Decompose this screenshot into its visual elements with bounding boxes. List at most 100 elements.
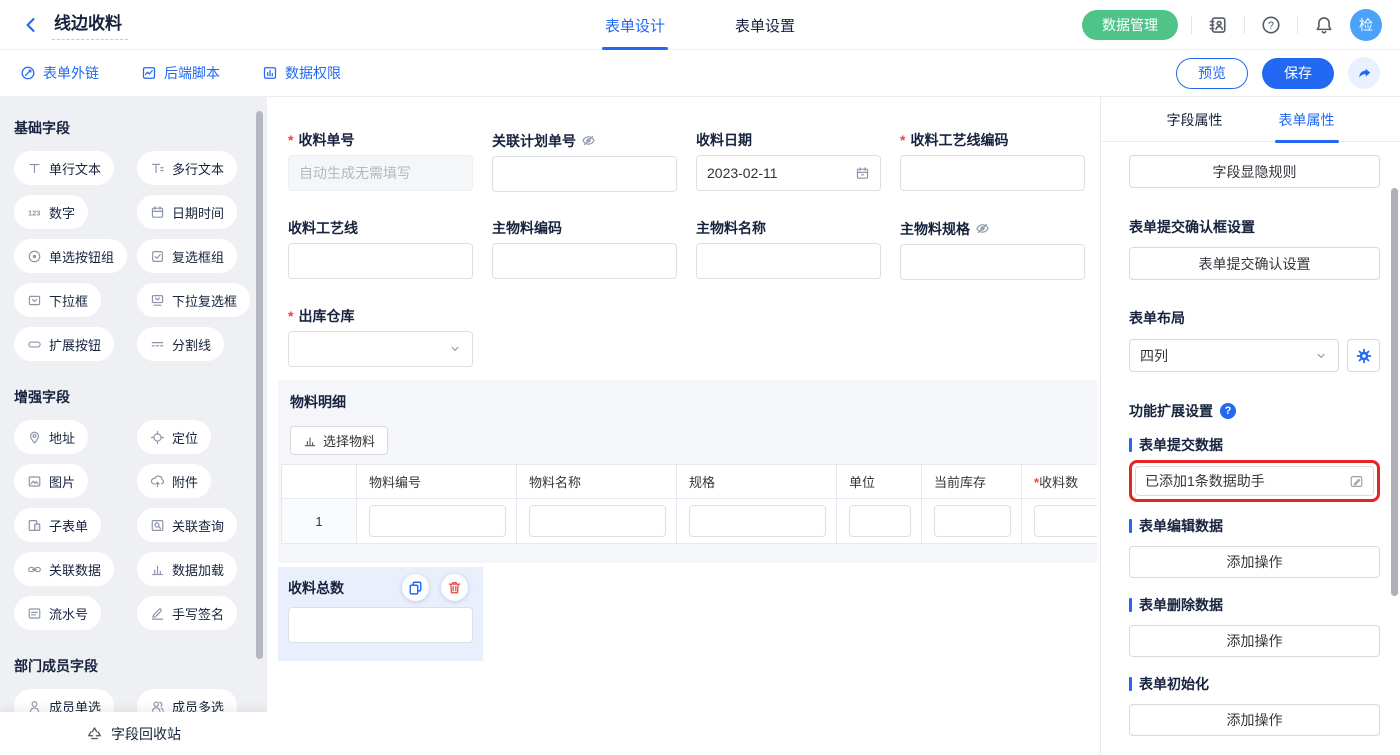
divider [1191,16,1192,34]
field-process-line[interactable]: 收料工艺线 [288,221,473,280]
field-pill-serial-number[interactable]: 流水号 [14,596,101,630]
field-receipt-no[interactable]: *收料单号 自动生成无需填写 [288,133,473,192]
current-stock-input[interactable] [934,505,1011,537]
field-pill-multi-text[interactable]: 多行文本 [137,151,237,185]
receipt-no-input[interactable]: 自动生成无需填写 [288,155,473,191]
unit-input[interactable] [849,505,911,537]
share-button[interactable] [1348,57,1380,89]
data-manage-button[interactable]: 数据管理 [1082,10,1178,40]
field-recycle-bin[interactable]: 字段回收站 [0,712,267,755]
field-pill-address[interactable]: 地址 [14,420,88,454]
receipt-date-input[interactable]: 2023-02-11 [696,155,881,191]
field-pill-data-load[interactable]: 数据加载 [137,552,237,586]
field-pill-attachment[interactable]: 附件 [137,464,211,498]
attachment-cloud-icon [150,474,165,489]
selected-field-total-qty[interactable]: 收料总数 [278,567,483,661]
help-button[interactable]: ? [1258,12,1284,38]
add-action-button-delete[interactable]: 添加操作 [1129,625,1380,657]
field-pill-single-text[interactable]: 单行文本 [14,151,114,185]
tab-field-properties[interactable]: 字段属性 [1167,97,1223,142]
col-material-code: 物料编号 [357,465,517,499]
field-pill-radio-group[interactable]: 单选按钮组 [14,239,127,273]
data-permission-label: 数据权限 [285,63,341,83]
spec-input[interactable] [689,505,826,537]
notifications-button[interactable] [1311,12,1337,38]
subform-material-detail[interactable]: 物料明细 选择物料 物料编号 物料名称 规格 单位 当前库存 *收料数 [278,380,1097,563]
submit-confirm-button[interactable]: 表单提交确认设置 [1129,247,1380,280]
copy-field-button[interactable] [402,574,429,601]
tab-form-properties[interactable]: 表单属性 [1279,97,1335,142]
contacts-button[interactable] [1205,12,1231,38]
field-pill-checkbox-group[interactable]: 复选框组 [137,239,237,273]
field-process-line-code[interactable]: *收料工艺线编码 [900,133,1085,192]
data-assistant-entry[interactable]: 已添加1条数据助手 [1135,466,1374,496]
backend-script-button[interactable]: 后端脚本 [141,63,220,83]
field-pill-number[interactable]: 123 数字 [14,195,88,229]
add-action-button-edit[interactable]: 添加操作 [1129,546,1380,578]
external-link-button[interactable]: 表单外链 [20,63,99,83]
pill-label: 子表单 [49,516,88,535]
main-material-spec-input[interactable] [900,244,1085,280]
add-action-button-init[interactable]: 添加操作 [1129,704,1380,736]
data-permission-button[interactable]: 数据权限 [262,63,341,83]
process-line-code-input[interactable] [900,155,1085,191]
total-qty-input[interactable] [288,607,473,643]
avatar[interactable]: 检 [1350,9,1382,41]
field-pill-lookup[interactable]: 关联查询 [137,508,237,542]
field-main-material-spec[interactable]: 主物料规格 [900,221,1085,280]
field-main-material-name[interactable]: 主物料名称 [696,221,881,280]
external-link-label: 表单外链 [43,63,99,83]
help-filled-icon[interactable]: ? [1220,403,1236,419]
field-plan-no[interactable]: 关联计划单号 [492,133,677,192]
field-receipt-date[interactable]: 收料日期 2023-02-11 [696,133,881,192]
layout-select[interactable]: 四列 [1129,339,1339,372]
section-delete-data: 表单删除数据 [1129,595,1380,615]
field-pill-datetime[interactable]: 日期时间 [137,195,237,229]
field-pill-image[interactable]: 图片 [14,464,88,498]
back-button[interactable] [18,12,44,38]
material-name-input[interactable] [529,505,666,537]
field-visibility-rules-button[interactable]: 字段显隐规则 [1129,155,1380,188]
outbound-warehouse-select[interactable] [288,331,473,367]
field-pill-subform[interactable]: 子表单 [14,508,101,542]
tab-form-design[interactable]: 表单设计 [605,0,665,50]
field-pill-extend-button[interactable]: 扩展按钮 [14,327,114,361]
sidebar-scrollbar[interactable] [256,111,263,659]
contact-book-icon [1208,15,1228,35]
field-pill-relation-data[interactable]: 关联数据 [14,552,114,586]
cell-material-name [517,499,677,544]
material-code-input[interactable] [369,505,506,537]
field-pill-signature[interactable]: 手写签名 [137,596,237,630]
field-pill-divider[interactable]: 分割线 [137,327,224,361]
recycle-icon [86,725,103,742]
plan-no-input[interactable] [492,156,677,192]
edit-icon[interactable] [1349,474,1364,489]
main-material-code-input[interactable] [492,243,677,279]
link-icon [20,65,36,81]
delete-field-button[interactable] [441,574,468,601]
select-material-button[interactable]: 选择物料 [290,426,388,455]
field-pill-dropdown-multi[interactable]: 下拉复选框 [137,283,250,317]
field-label: 收料工艺线编码 [910,133,1008,147]
field-pill-location[interactable]: 定位 [137,420,211,454]
panel-scrollbar[interactable] [1391,188,1398,596]
field-label: 出库仓库 [298,309,354,323]
receipt-qty-input[interactable] [1034,505,1097,537]
checkbox-icon [150,249,165,264]
field-main-material-code[interactable]: 主物料编码 [492,221,677,280]
form-toolbar: 表单外链 后端脚本 数据权限 预览 保存 [0,50,1400,97]
main-material-name-input[interactable] [696,243,881,279]
pill-label: 数据加载 [172,560,224,579]
layout-settings-button[interactable] [1347,339,1380,372]
field-pill-dropdown[interactable]: 下拉框 [14,283,101,317]
process-line-input[interactable] [288,243,473,279]
page-title[interactable]: 线边收料 [52,9,128,40]
field-outbound-warehouse[interactable]: *出库仓库 [288,309,473,367]
preview-button[interactable]: 预览 [1176,58,1248,89]
section-title-basic-fields: 基础字段 [14,118,267,138]
section-bar [1129,598,1132,612]
section-title-member-fields: 部门成员字段 [14,656,267,676]
save-button[interactable]: 保存 [1262,58,1334,89]
tab-form-settings[interactable]: 表单设置 [735,0,795,50]
section-form-init: 表单初始化 [1129,674,1380,694]
